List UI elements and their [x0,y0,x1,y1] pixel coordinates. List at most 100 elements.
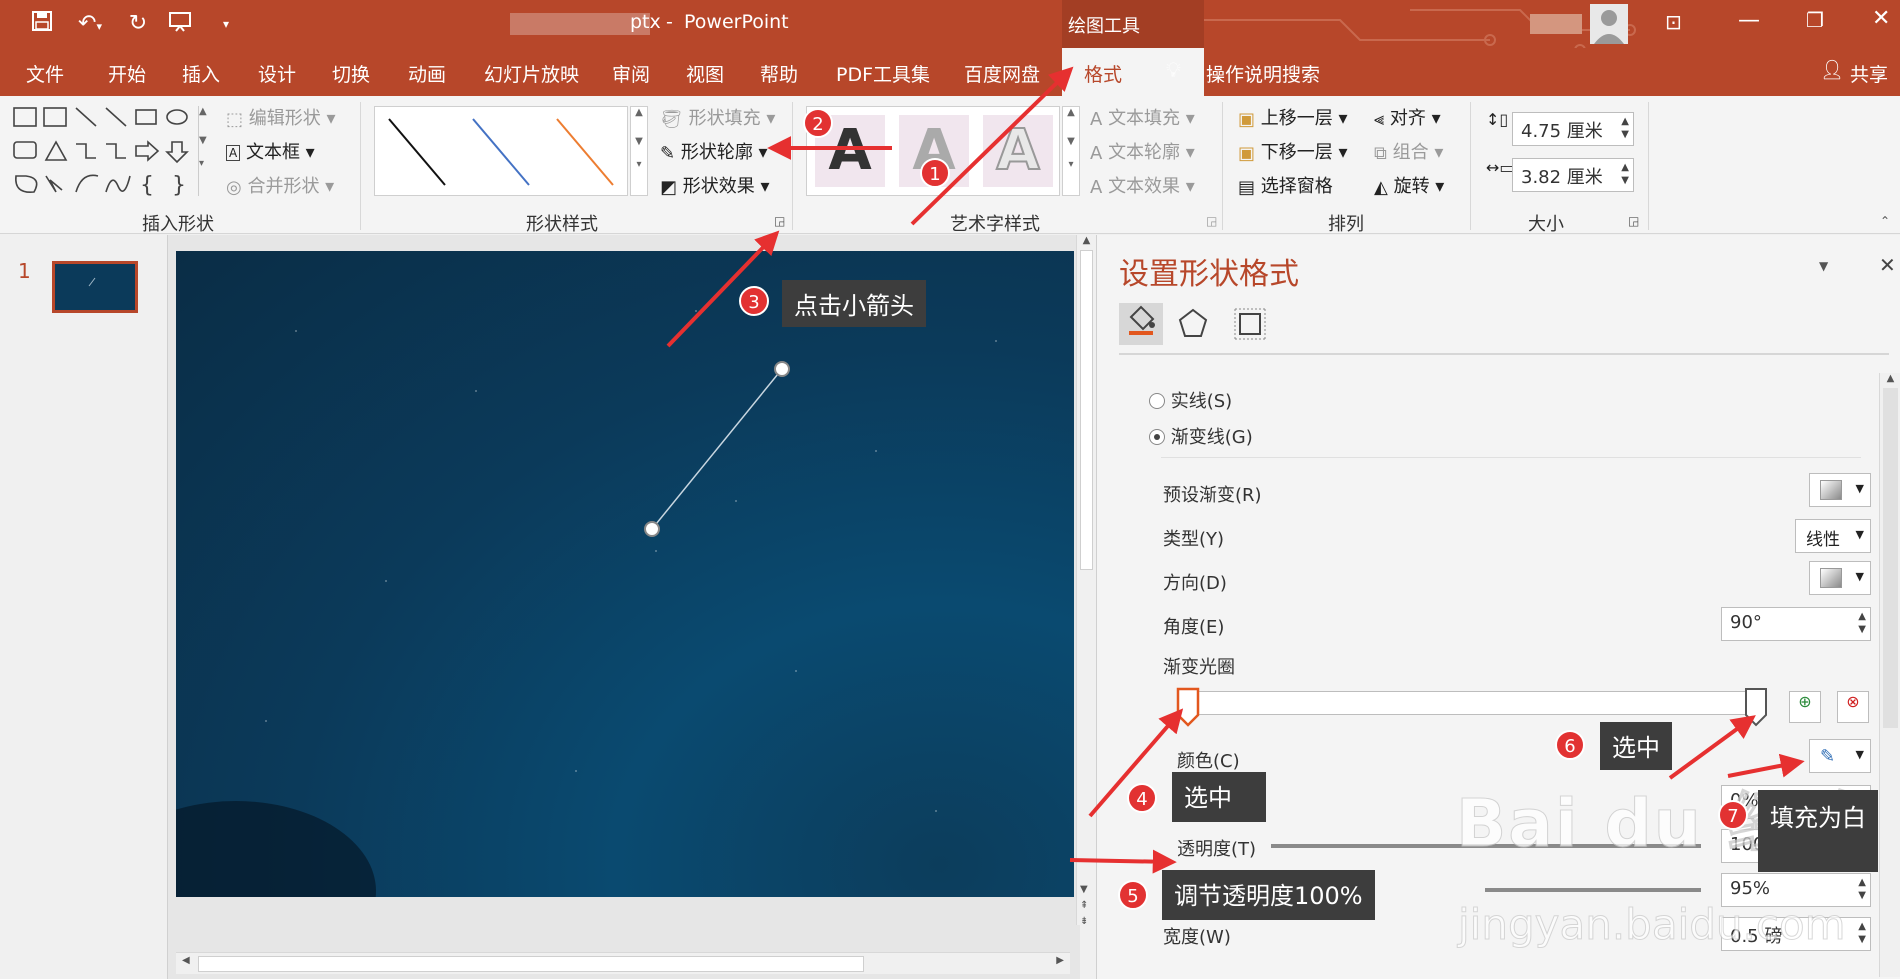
shape-styles-gallery[interactable] [374,106,628,196]
tab-baidu-pan[interactable]: 百度网盘 [964,60,1040,87]
height-input[interactable]: 4.75 厘米 ▲ ▼ [1512,112,1634,146]
tell-me-search[interactable]: 操作说明搜索 [1206,60,1320,87]
pane-scroll-thumb[interactable] [1883,388,1898,728]
gradient-stop-left[interactable] [1175,687,1201,727]
type-dropdown[interactable]: 线性 ▼ [1795,519,1871,553]
shape-effects-button[interactable]: ◩ 形状效果 ▾ [660,172,770,198]
text-outline-button[interactable]: A 文本轮廓 ▾ [1090,138,1195,164]
separator [1222,102,1223,230]
edit-shape-button[interactable]: ⬚ 编辑形状 ▾ [226,104,336,130]
text-effects-button[interactable]: A 文本效果 ▾ [1090,172,1195,198]
separator [1470,102,1471,230]
wordart-dialog-launcher[interactable]: ◲ [1206,214,1217,228]
wordart-style-3[interactable]: A [983,115,1053,187]
collapse-ribbon-icon[interactable]: ⌃ [1880,214,1890,228]
slide-canvas[interactable] [176,251,1074,897]
pane-tab-divider [1119,353,1889,355]
line-handle-start[interactable] [774,361,790,377]
rotate-button[interactable]: ◭ 旋转 ▾ [1374,172,1444,198]
text-box-button[interactable]: A 文本框 ▾ [226,138,315,164]
send-backward-button[interactable]: ▣ 下移一层 ▾ [1238,138,1348,164]
close-icon[interactable]: ✕ [1872,6,1890,31]
tab-design[interactable]: 设计 [258,60,296,87]
direction-label: 方向(D) [1163,573,1227,594]
edit-vertical-scrollbar[interactable]: ▲ [1076,235,1096,925]
tab-transitions[interactable]: 切换 [332,60,370,87]
share-button[interactable]: 共享 [1850,60,1888,87]
remove-gradient-stop-icon[interactable]: ⊗ [1837,691,1869,723]
tab-slideshow[interactable]: 幻灯片放映 [484,60,579,87]
brightness-slider[interactable] [1485,888,1701,892]
share-icon[interactable]: 👤︎ [1820,58,1844,81]
width-input[interactable]: 3.82 厘米 ▲ ▼ [1512,158,1634,192]
group-icon: ⧉ [1374,142,1387,164]
tab-pdf-tools[interactable]: PDF工具集 [836,60,930,87]
present-icon[interactable] [166,10,194,38]
gradient-stops-bar[interactable] [1179,691,1757,715]
wordart-scroll[interactable]: ▲ ▼ ▾ [1062,106,1080,196]
bring-forward-button[interactable]: ▣ 上移一层 ▾ [1238,104,1348,130]
width-label: 宽度(W) [1163,927,1231,948]
annotation-badge-1: 1 [920,158,950,188]
gradient-stop-right[interactable] [1743,687,1769,727]
align-button[interactable]: ⫷ 对齐 ▾ [1374,104,1441,130]
angle-input[interactable]: 90° ▲ ▼ [1721,607,1871,641]
edit-horizontal-scrollbar[interactable]: ◀ ▶ [176,952,1070,974]
gradient-line-radio[interactable]: 渐变线(G) [1149,423,1253,449]
tab-view[interactable]: 视图 [686,60,724,87]
shapes-gallery-scroll[interactable]: ▲ ▼ ▾ [198,106,214,196]
avatar[interactable] [1590,4,1628,44]
selected-line-shape[interactable] [176,251,1074,897]
annotation-callout-3: 点击小箭头 [782,280,926,327]
annotation-badge-2: 2 [803,108,833,138]
svg-text:}: } [172,173,186,196]
angle-label: 角度(E) [1163,617,1225,638]
text-fill-button[interactable]: A 文本填充 ▾ [1090,104,1195,130]
align-icon: ⫷ [1374,108,1385,130]
height-icon: ↕▯ [1486,110,1509,129]
shape-styles-dialog-launcher[interactable]: ◲ [774,214,785,228]
shape-outline-button[interactable]: ✎ 形状轮廓 ▾ [660,138,768,164]
direction-dropdown[interactable]: ▼ [1809,561,1871,595]
effects-tab[interactable] [1177,307,1209,346]
color-dropdown[interactable]: ✎ ▼ [1809,739,1871,773]
slide-thumbnail-1[interactable] [52,261,138,313]
ribbon-display-icon[interactable]: ⊡ [1665,10,1682,34]
horizontal-scroll-thumb[interactable] [198,956,864,972]
tab-format[interactable]: 格式 [1084,60,1122,87]
tab-help[interactable]: 帮助 [760,60,798,87]
size-dialog-launcher[interactable]: ◲ [1628,214,1639,228]
tab-home[interactable]: 开始 [108,60,146,87]
selection-pane-button[interactable]: ▤ 选择窗格 [1238,172,1333,198]
pane-scrollbar[interactable]: ▲ [1879,373,1900,977]
text-effects-icon: A [1090,176,1103,198]
edit-scroll-thumb[interactable] [1080,250,1093,570]
separator [360,102,361,230]
group-button[interactable]: ⧉ 组合 ▾ [1374,138,1443,164]
minimize-icon[interactable]: — [1738,8,1760,33]
scroll-down-arrows[interactable]: ▼ ⇞ ⇟ [1080,882,1088,930]
customize-qat-icon[interactable]: ▾ [212,10,240,38]
line-handle-end[interactable] [644,521,660,537]
group-label-size: 大小 [1528,214,1564,235]
preset-gradient-dropdown[interactable]: ▼ [1809,473,1871,507]
redo-icon[interactable]: ↻ [124,10,152,38]
text-outline-icon: A [1090,142,1103,164]
shapes-gallery[interactable]: {} [12,106,194,196]
solid-line-radio[interactable]: 实线(S) [1149,387,1232,413]
shape-fill-button[interactable]: 🪣︎ 形状填充 ▾ [660,104,775,130]
merge-shapes-button[interactable]: ◎ 合并形状 ▾ [226,172,334,198]
size-properties-tab[interactable] [1233,307,1267,346]
restore-icon[interactable]: ❐ [1806,8,1824,32]
pane-options-icon[interactable]: ▼ [1819,259,1828,273]
add-gradient-stop-icon[interactable]: ⊕ [1789,691,1821,723]
tab-animations[interactable]: 动画 [408,60,446,87]
undo-icon[interactable]: ↶▾ [70,10,110,38]
tab-review[interactable]: 审阅 [612,60,650,87]
tab-file[interactable]: 文件 [26,60,64,87]
shape-styles-scroll[interactable]: ▲ ▼ ▾ [630,106,648,196]
fill-line-tab[interactable] [1119,303,1163,345]
tab-insert[interactable]: 插入 [182,60,220,87]
save-icon[interactable] [28,10,56,38]
pane-close-icon[interactable]: ✕ [1879,253,1896,277]
